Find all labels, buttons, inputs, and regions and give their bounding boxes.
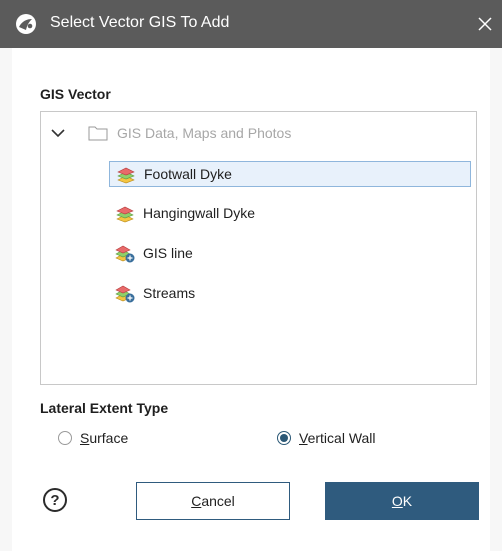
help-icon: ? bbox=[50, 491, 60, 509]
leapfrog-app-icon bbox=[16, 14, 36, 34]
ok-button[interactable]: OK bbox=[325, 482, 479, 520]
dialog-window: Select Vector GIS To Add GIS Vector GIS … bbox=[0, 0, 502, 551]
tree-root-gis-data[interactable]: GIS Data, Maps and Photos bbox=[41, 120, 476, 148]
radio-vertical-wall-label: Vertical Wall bbox=[299, 430, 376, 446]
label-rest: ertical Wall bbox=[307, 430, 376, 446]
polygon-layer-icon bbox=[116, 206, 134, 223]
cancel-button[interactable]: Cancel bbox=[136, 482, 290, 520]
dialog-title: Select Vector GIS To Add bbox=[50, 14, 230, 31]
radio-surface[interactable]: Surface bbox=[58, 428, 128, 448]
line-layer-icon bbox=[115, 245, 135, 263]
help-button[interactable]: ? bbox=[43, 488, 67, 512]
radio-vertical-wall[interactable]: Vertical Wall bbox=[277, 428, 376, 448]
label-rest: urface bbox=[89, 430, 129, 446]
tree-item-gis-line[interactable]: GIS line bbox=[109, 241, 471, 267]
folder-icon bbox=[88, 126, 108, 141]
mnemonic-c: C bbox=[191, 493, 202, 509]
mnemonic-o: O bbox=[391, 493, 403, 509]
lateral-extent-label: Lateral Extent Type bbox=[40, 400, 169, 416]
window-frame-right bbox=[490, 48, 502, 551]
gis-vector-label: GIS Vector bbox=[40, 86, 111, 102]
title-bar: Select Vector GIS To Add bbox=[0, 0, 502, 48]
mnemonic-v: V bbox=[299, 430, 308, 446]
close-button[interactable] bbox=[468, 0, 502, 48]
radio-button-checked[interactable] bbox=[277, 431, 291, 445]
chevron-down-icon[interactable] bbox=[51, 128, 65, 138]
tree-item-footwall-dyke[interactable]: Footwall Dyke bbox=[109, 161, 471, 187]
tree-item-label: Hangingwall Dyke bbox=[143, 205, 256, 221]
label-rest: ancel bbox=[201, 493, 235, 509]
radio-surface-label: Surface bbox=[80, 430, 128, 446]
gis-vector-tree[interactable]: GIS Data, Maps and Photos Footwall Dyke … bbox=[40, 111, 477, 385]
tree-item-label: GIS line bbox=[143, 245, 193, 261]
tree-item-label: Streams bbox=[143, 285, 196, 301]
close-icon bbox=[478, 17, 492, 31]
radio-button[interactable] bbox=[58, 431, 72, 445]
tree-item-label: Footwall Dyke bbox=[144, 166, 232, 182]
window-frame-left bbox=[0, 48, 12, 551]
mnemonic-s: S bbox=[80, 430, 90, 446]
tree-item-hangingwall-dyke[interactable]: Hangingwall Dyke bbox=[109, 201, 471, 227]
label-rest: K bbox=[402, 493, 413, 509]
tree-item-streams[interactable]: Streams bbox=[109, 281, 471, 307]
line-layer-icon bbox=[115, 285, 135, 303]
polygon-layer-icon bbox=[117, 167, 135, 184]
tree-root-label: GIS Data, Maps and Photos bbox=[117, 125, 292, 141]
